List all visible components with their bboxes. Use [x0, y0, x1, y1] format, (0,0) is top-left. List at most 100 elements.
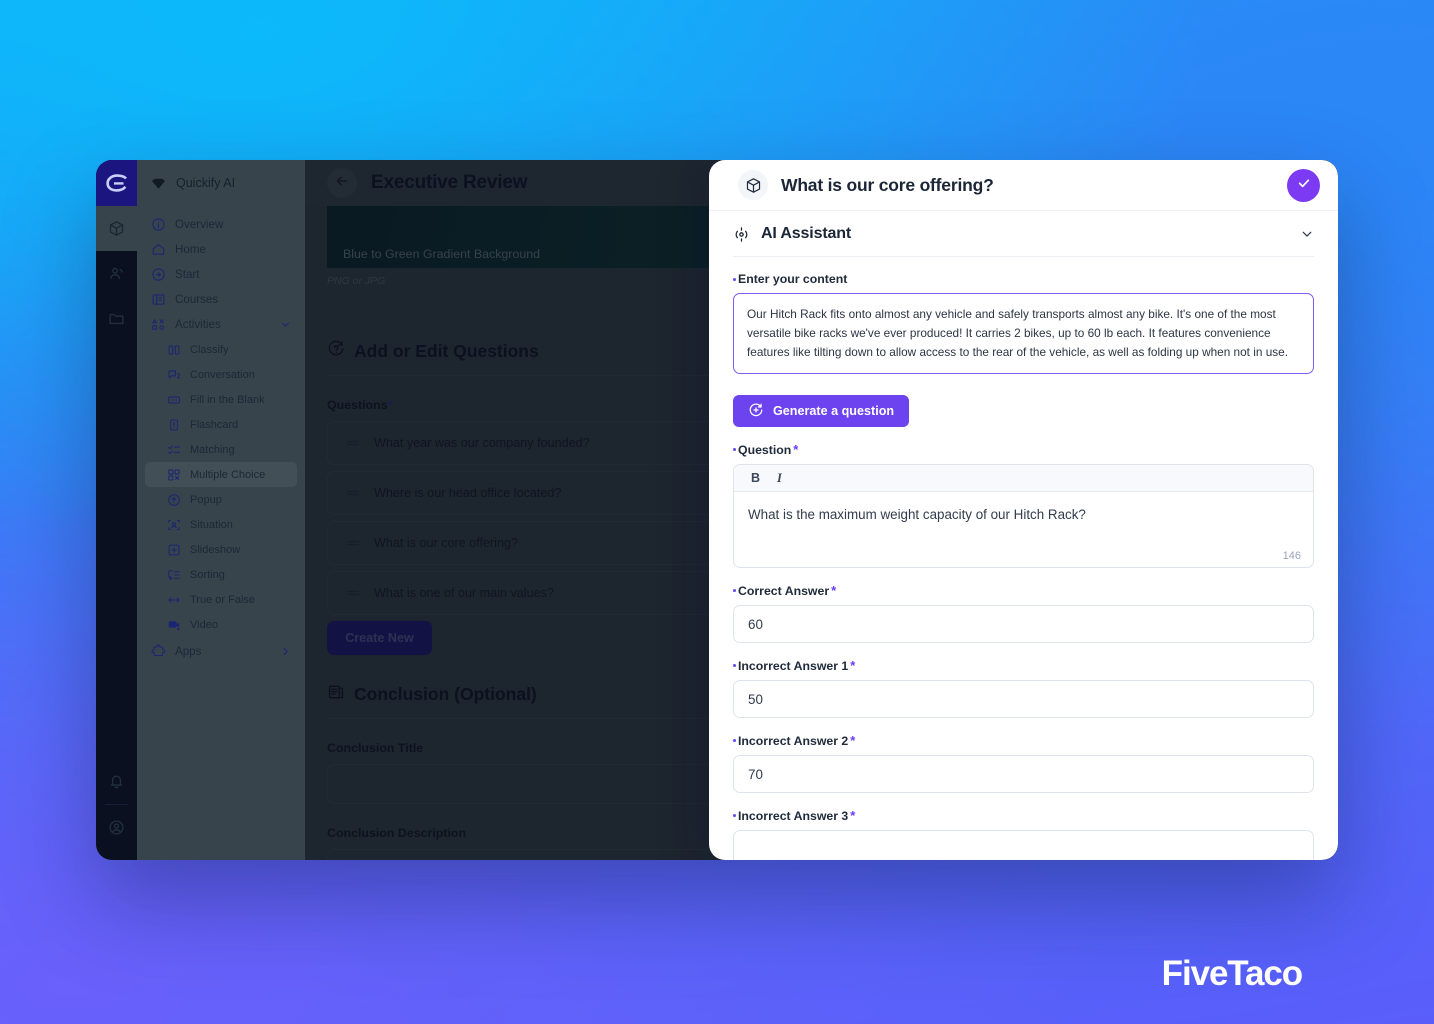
flashcard-icon: [167, 418, 181, 432]
chevron-down-icon[interactable]: [1300, 227, 1314, 241]
create-new-button[interactable]: Create New: [327, 621, 432, 655]
required-mark: *: [850, 808, 856, 824]
generate-question-label: Generate a question: [773, 404, 895, 419]
sidebar-item-activities[interactable]: Activities: [145, 312, 297, 337]
rail-folder-icon[interactable]: [96, 296, 137, 341]
sidebar-item-label: Courses: [175, 293, 219, 306]
diamond-icon: [151, 178, 166, 189]
sidebar-item-true-or-false[interactable]: True or False: [145, 587, 297, 612]
bold-button[interactable]: B: [751, 471, 760, 485]
conversation-icon: [167, 368, 181, 382]
content-field-label-text: Enter your content: [738, 272, 848, 286]
sidebar-item-label: Apps: [175, 645, 202, 658]
sidebar-item-label: Sorting: [190, 568, 225, 581]
confirm-button[interactable]: [1287, 168, 1320, 202]
question-field-label: Question *: [733, 442, 1314, 457]
panel-body: AI Assistant Enter your content Our Hitc…: [709, 211, 1338, 860]
content-textarea[interactable]: Our Hitch Rack fits onto almost any vehi…: [733, 293, 1314, 375]
question-input[interactable]: What is the maximum weight capacity of o…: [734, 492, 1313, 550]
generate-question-button[interactable]: Generate a question: [733, 395, 910, 428]
video-icon: [167, 618, 181, 632]
required-mark: *: [850, 733, 856, 749]
app-window: Quickify AI Overview Home Start Courses: [96, 160, 1338, 860]
ai-assistant-section-header[interactable]: AI Assistant: [733, 211, 1314, 257]
required-mark: *: [850, 658, 856, 674]
sidebar-item-conversation[interactable]: Conversation: [145, 362, 297, 387]
rail-account-icon[interactable]: [96, 805, 137, 850]
content-field-label: Enter your content: [733, 272, 1314, 286]
ai-sparkle-icon: [733, 226, 750, 243]
sidebar-brand[interactable]: Quickify AI: [137, 160, 305, 206]
chevron-right-icon[interactable]: [280, 646, 291, 657]
slideshow-icon: [167, 543, 181, 557]
sidebar-item-video[interactable]: Video: [145, 612, 297, 637]
sidebar-item-matching[interactable]: Matching: [145, 437, 297, 462]
sidebar-item-courses[interactable]: Courses: [145, 287, 297, 312]
sidebar-item-label: Slideshow: [190, 543, 241, 556]
correct-answer-label-text: Correct Answer: [738, 584, 830, 599]
required-mark: *: [387, 398, 393, 412]
incorrect-answer-2-input[interactable]: 70: [733, 755, 1314, 794]
incorrect-answer-3-input[interactable]: [733, 830, 1314, 860]
rail-cube-icon[interactable]: [96, 206, 137, 251]
info-circle-icon: [151, 217, 166, 232]
correct-answer-input[interactable]: 60: [733, 605, 1314, 644]
sidebar-item-label: Matching: [190, 443, 235, 456]
rail-bell-icon[interactable]: [96, 759, 137, 804]
incorrect-answer-2-label: Incorrect Answer 2 *: [733, 733, 1314, 748]
activities-icon: [151, 317, 166, 332]
sidebar-item-slideshow[interactable]: Slideshow: [145, 537, 297, 562]
chevron-down-icon[interactable]: [280, 319, 291, 330]
drag-handle-icon[interactable]: [346, 538, 360, 548]
sidebar-item-home[interactable]: Home: [145, 237, 297, 262]
sidebar-item-popup[interactable]: Popup: [145, 487, 297, 512]
sidebar-item-start[interactable]: Start: [145, 262, 297, 287]
sidebar-item-flashcard[interactable]: Flashcard: [145, 412, 297, 437]
incorrect-answer-1-input[interactable]: 50: [733, 680, 1314, 719]
icon-rail: [96, 160, 137, 860]
sidebar-item-label: Fill in the Blank: [190, 393, 265, 406]
popup-icon: [167, 493, 181, 507]
editor-toolbar: B I: [734, 465, 1313, 493]
sidebar-item-multiple-choice[interactable]: Multiple Choice: [145, 462, 297, 487]
sidebar-item-label: Home: [175, 243, 206, 256]
document-icon: [327, 683, 345, 706]
question-row-label: What is one of our main values?: [374, 586, 554, 600]
question-editor-panel: What is our core offering? AI Assistant: [709, 160, 1338, 860]
sidebar-item-fill-in-the-blank[interactable]: Fill in the Blank: [145, 387, 297, 412]
drag-handle-icon[interactable]: [346, 588, 360, 598]
sidebar-item-situation[interactable]: Situation: [145, 512, 297, 537]
question-row-label: Where is our head office located?: [374, 486, 562, 500]
incorrect-answer-2-label-text: Incorrect Answer 2: [738, 734, 849, 749]
sidebar-item-overview[interactable]: Overview: [145, 212, 297, 237]
sidebar-item-classify[interactable]: Classify: [145, 337, 297, 362]
situation-icon: [167, 518, 181, 532]
character-counter: 146: [1282, 550, 1301, 563]
puzzle-icon: [151, 644, 166, 659]
sidebar-item-apps[interactable]: Apps: [145, 639, 297, 664]
sidebar-item-label: Start: [175, 268, 200, 281]
drag-handle-icon[interactable]: [346, 488, 360, 498]
sidebar-item-label: Classify: [190, 343, 229, 356]
required-mark: *: [831, 583, 837, 599]
sidebar-item-label: Popup: [190, 493, 222, 506]
page-title: Executive Review: [371, 172, 528, 193]
drag-handle-icon[interactable]: [346, 438, 360, 448]
sidebar-item-sorting[interactable]: Sorting: [145, 562, 297, 587]
home-icon: [151, 242, 166, 257]
conclusion-section-title: Conclusion (Optional): [354, 684, 537, 704]
cube-icon: [738, 170, 768, 200]
question-field-label-text: Question: [738, 443, 792, 458]
app-logo-icon[interactable]: [96, 160, 137, 206]
rail-people-icon[interactable]: [96, 251, 137, 296]
back-button[interactable]: [327, 168, 357, 198]
sidebar-item-label: Activities: [175, 318, 221, 331]
sidebar-item-label: Multiple Choice: [190, 468, 266, 481]
multiple-choice-icon: [167, 468, 181, 482]
true-false-icon: [167, 593, 181, 607]
arrow-circle-right-icon: [151, 267, 166, 282]
question-row-label: What is our core offering?: [374, 536, 518, 550]
italic-button[interactable]: I: [777, 471, 782, 486]
incorrect-answer-1-label: Incorrect Answer 1 *: [733, 658, 1314, 673]
questions-field-label-text: Questions: [327, 398, 388, 412]
